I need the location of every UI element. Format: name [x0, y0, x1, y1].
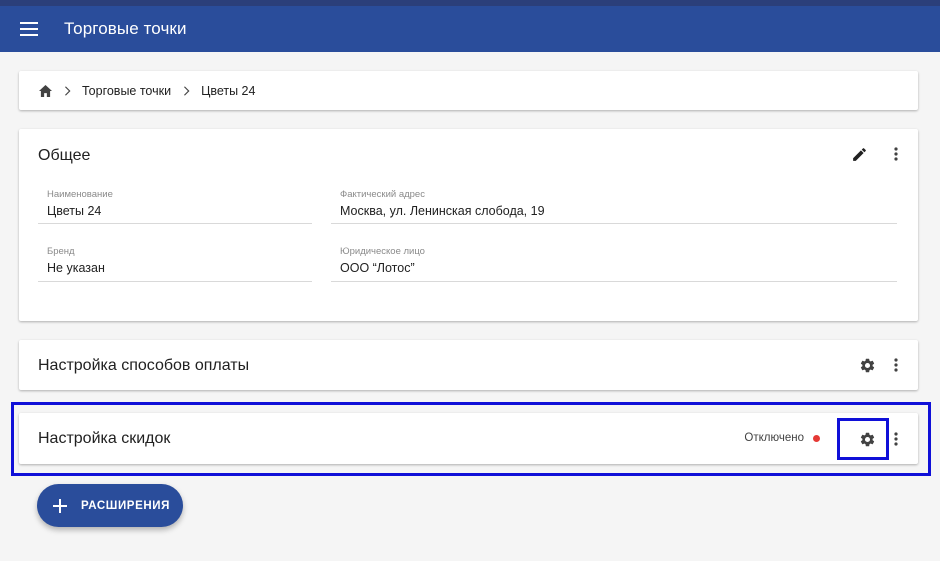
- chevron-right-icon: [179, 84, 193, 98]
- gear-icon[interactable]: [856, 354, 878, 376]
- plus-icon: [53, 498, 67, 513]
- address-label: Фактический адрес: [340, 189, 425, 200]
- address-field: Фактический адрес Москва, ул. Ленинская …: [331, 189, 897, 224]
- breadcrumb-item-current: Цветы 24: [201, 83, 256, 98]
- menu-icon[interactable]: [20, 22, 38, 36]
- payment-methods-title: Настройка способов оплаты: [38, 357, 250, 374]
- status-text: Отключено: [744, 432, 804, 444]
- brand-label: Бренд: [47, 246, 75, 257]
- general-card-title: Общее: [38, 147, 91, 164]
- discounts-card: Настройка скидок Отключено: [19, 413, 918, 464]
- more-vert-icon[interactable]: [885, 143, 907, 165]
- name-field: Наименование Цветы 24: [38, 189, 312, 224]
- brand-value: Не указан: [47, 261, 105, 275]
- extensions-fab-label: РАСШИРЕНИЯ: [81, 499, 170, 512]
- legal-entity-label: Юридическое лицо: [340, 246, 425, 257]
- edit-icon[interactable]: [848, 143, 870, 165]
- home-icon[interactable]: [39, 84, 52, 97]
- breadcrumb-item-outlets[interactable]: Торговые точки: [82, 84, 171, 98]
- more-vert-icon[interactable]: [885, 428, 907, 450]
- name-value: Цветы 24: [47, 204, 102, 218]
- breadcrumb: Торговые точки Цветы 24: [19, 71, 918, 110]
- legal-entity-field: Юридическое лицо ООО “Лотос”: [331, 246, 897, 282]
- discounts-title: Настройка скидок: [38, 430, 171, 447]
- payment-methods-card: Настройка способов оплаты: [19, 340, 918, 390]
- status-dot-icon: [813, 434, 820, 442]
- legal-entity-value: ООО “Лотос”: [340, 261, 415, 275]
- brand-field: Бренд Не указан: [38, 246, 312, 282]
- address-value: Москва, ул. Ленинская слобода, 19: [340, 204, 545, 218]
- chevron-right-icon: [60, 84, 74, 98]
- app-bar: Торговые точки: [0, 0, 940, 52]
- status-badge: Отключено: [744, 432, 820, 444]
- gear-icon[interactable]: [856, 428, 878, 450]
- page-title: Торговые точки: [64, 19, 187, 38]
- name-label: Наименование: [47, 189, 113, 200]
- extensions-fab-button[interactable]: РАСШИРЕНИЯ: [37, 484, 183, 527]
- general-card: Общее Наименование Цветы 24 Фактический …: [19, 129, 918, 321]
- more-vert-icon[interactable]: [885, 354, 907, 376]
